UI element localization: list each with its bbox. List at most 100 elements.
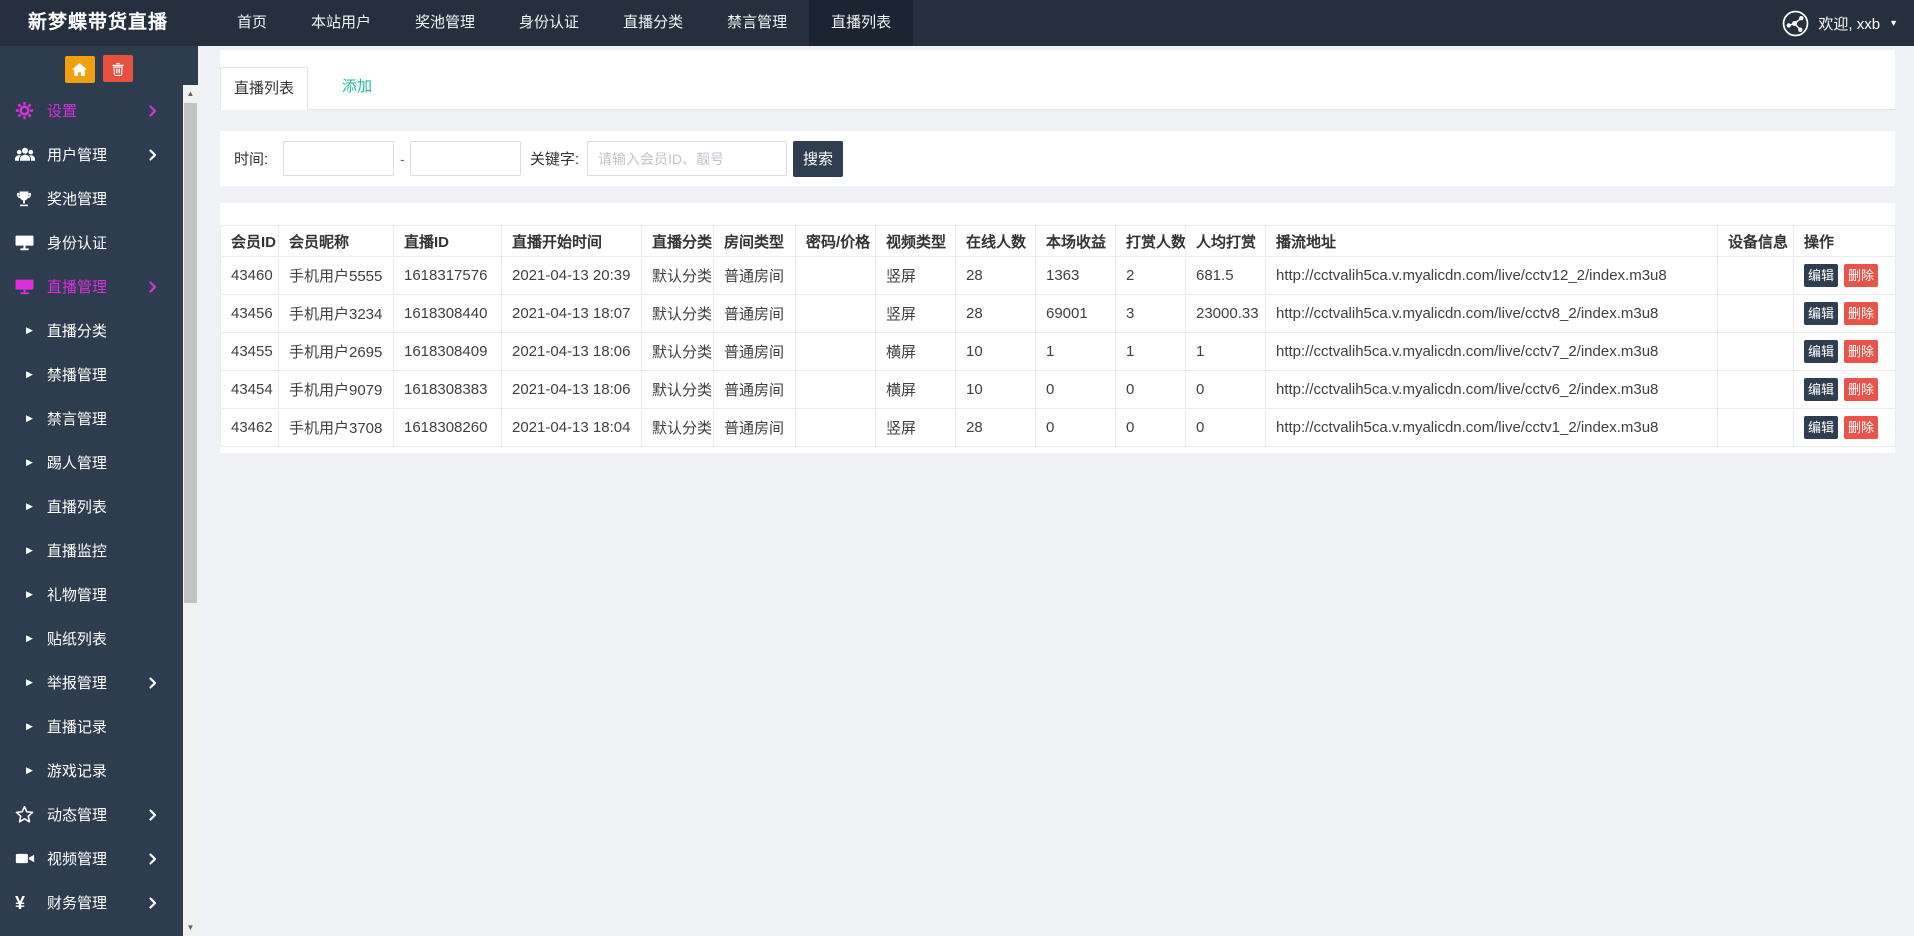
edit-button[interactable]: 编辑 — [1804, 340, 1838, 363]
delete-button[interactable]: 删除 — [1844, 264, 1878, 287]
actions-cell: 编辑删除 — [1794, 371, 1896, 409]
column-header: 设备信息 — [1718, 226, 1794, 257]
table-cell: 默认分类 — [642, 257, 714, 295]
table-cell — [1718, 295, 1794, 333]
edit-button[interactable]: 编辑 — [1804, 416, 1838, 439]
table-cell — [796, 257, 876, 295]
table-cell — [796, 295, 876, 333]
sidebar-item[interactable]: ¥ 财务管理 — [0, 881, 183, 925]
sidebar-item[interactable]: ▶直播列表 — [0, 485, 183, 529]
sidebar-item[interactable]: ▶直播记录 — [0, 705, 183, 749]
home-button[interactable] — [65, 56, 95, 83]
scroll-up-arrow[interactable]: ▲ — [183, 85, 198, 102]
table-cell: 手机用户5555 — [279, 257, 394, 295]
time-start-input[interactable] — [283, 141, 394, 176]
sidebar-item[interactable]: 视频管理 — [0, 837, 183, 881]
sidebar-item-label: 禁播管理 — [47, 364, 107, 385]
table-cell: 10 — [956, 371, 1036, 409]
table-cell: 2021-04-13 18:04 — [502, 409, 642, 447]
table-cell: 2021-04-13 18:06 — [502, 333, 642, 371]
sidebar-item[interactable]: 动态管理 — [0, 793, 183, 837]
sidebar-item[interactable]: ▶禁言管理 — [0, 397, 183, 441]
edit-button[interactable]: 编辑 — [1804, 302, 1838, 325]
sidebar-item-label: 礼物管理 — [47, 584, 107, 605]
topnav-item[interactable]: 首页 — [215, 0, 289, 46]
table-cell: http://cctvalih5ca.v.myalicdn.com/live/c… — [1266, 409, 1718, 447]
table-cell — [1718, 333, 1794, 371]
tab-bar: 直播列表 添加 — [220, 50, 1895, 110]
column-header: 直播开始时间 — [502, 226, 642, 257]
scroll-down-arrow[interactable]: ▼ — [183, 919, 198, 936]
table-cell: 横屏 — [876, 371, 956, 409]
table-cell: 43454 — [221, 371, 279, 409]
topnav-item-active[interactable]: 直播列表 — [809, 0, 913, 46]
sidebar-item[interactable]: 设置 — [0, 89, 183, 133]
table-cell: 28 — [956, 257, 1036, 295]
edit-button[interactable]: 编辑 — [1804, 264, 1838, 287]
sidebar-item[interactable]: 用户管理 — [0, 133, 183, 177]
globe-icon — [1782, 10, 1809, 37]
sidebar-scrollbar[interactable]: ▲ ▼ — [183, 85, 198, 936]
sidebar-item-label: 视频管理 — [47, 848, 107, 869]
column-header: 会员昵称 — [279, 226, 394, 257]
topnav-item[interactable]: 直播分类 — [601, 0, 705, 46]
sidebar-item[interactable]: ▶直播监控 — [0, 529, 183, 573]
table-header-row: 会员ID会员昵称直播ID直播开始时间直播分类房间类型密码/价格视频类型在线人数本… — [221, 226, 1896, 257]
topnav-item[interactable]: 本站用户 — [289, 0, 393, 46]
yen-icon: ¥ — [15, 894, 41, 912]
table-cell: http://cctvalih5ca.v.myalicdn.com/live/c… — [1266, 333, 1718, 371]
table-cell: 1 — [1186, 333, 1266, 371]
time-end-input[interactable] — [410, 141, 521, 176]
table-cell: 默认分类 — [642, 409, 714, 447]
sidebar-item[interactable]: ▶举报管理 — [0, 661, 183, 705]
table-cell: 0 — [1036, 371, 1116, 409]
delete-button[interactable]: 删除 — [1844, 302, 1878, 325]
table-cell: 43462 — [221, 409, 279, 447]
trash-button[interactable] — [103, 55, 133, 82]
sidebar-item[interactable]: 奖池管理 — [0, 177, 183, 221]
edit-button[interactable]: 编辑 — [1804, 378, 1838, 401]
column-header: 直播分类 — [642, 226, 714, 257]
chevron-right-icon — [149, 809, 157, 821]
topnav-item[interactable]: 奖池管理 — [393, 0, 497, 46]
delete-button[interactable]: 删除 — [1844, 416, 1878, 439]
user-menu[interactable]: 欢迎, xxb ▼ — [1782, 0, 1898, 46]
table-cell: 1 — [1036, 333, 1116, 371]
sidebar-item-label: 贴纸列表 — [47, 628, 107, 649]
delete-button[interactable]: 删除 — [1844, 378, 1878, 401]
table-row: 43455手机用户269516183084092021-04-13 18:06默… — [221, 333, 1896, 371]
actions-cell: 编辑删除 — [1794, 257, 1896, 295]
table-cell: 69001 — [1036, 295, 1116, 333]
table-cell: 23000.33 — [1186, 295, 1266, 333]
tab-add[interactable]: 添加 — [342, 66, 372, 109]
tab-live-list[interactable]: 直播列表 — [220, 67, 308, 110]
table-cell: 3 — [1116, 295, 1186, 333]
sidebar-item[interactable]: ▶踢人管理 — [0, 441, 183, 485]
table-cell: 手机用户3708 — [279, 409, 394, 447]
topnav-item[interactable]: 禁言管理 — [705, 0, 809, 46]
sidebar-item[interactable]: 身份认证 — [0, 221, 183, 265]
topnav-item[interactable]: 身份认证 — [497, 0, 601, 46]
actions-cell: 编辑删除 — [1794, 333, 1896, 371]
sidebar-item[interactable]: 直播管理 — [0, 265, 183, 309]
sidebar-item-label: 直播监控 — [47, 540, 107, 561]
sidebar-item-label: 游戏记录 — [47, 760, 107, 781]
sidebar-item[interactable]: ▶禁播管理 — [0, 353, 183, 397]
monitor-icon — [15, 277, 41, 296]
column-header: 打赏人数 — [1116, 226, 1186, 257]
column-header: 本场收益 — [1036, 226, 1116, 257]
table-cell: 1618308409 — [394, 333, 502, 371]
keyword-input[interactable] — [587, 141, 787, 176]
table-cell — [1718, 409, 1794, 447]
sidebar-item-label: 财务管理 — [47, 892, 107, 913]
table-cell: 1618308383 — [394, 371, 502, 409]
scrollbar-thumb[interactable] — [184, 103, 197, 603]
delete-button[interactable]: 删除 — [1844, 340, 1878, 363]
sidebar-item[interactable]: ▶贴纸列表 — [0, 617, 183, 661]
search-button[interactable]: 搜索 — [793, 141, 843, 177]
sidebar-item[interactable]: ▶礼物管理 — [0, 573, 183, 617]
sidebar-item[interactable]: ▶游戏记录 — [0, 749, 183, 793]
sidebar-item[interactable]: ▶直播分类 — [0, 309, 183, 353]
table-cell: 681.5 — [1186, 257, 1266, 295]
sidebar-item-label: 动态管理 — [47, 804, 107, 825]
